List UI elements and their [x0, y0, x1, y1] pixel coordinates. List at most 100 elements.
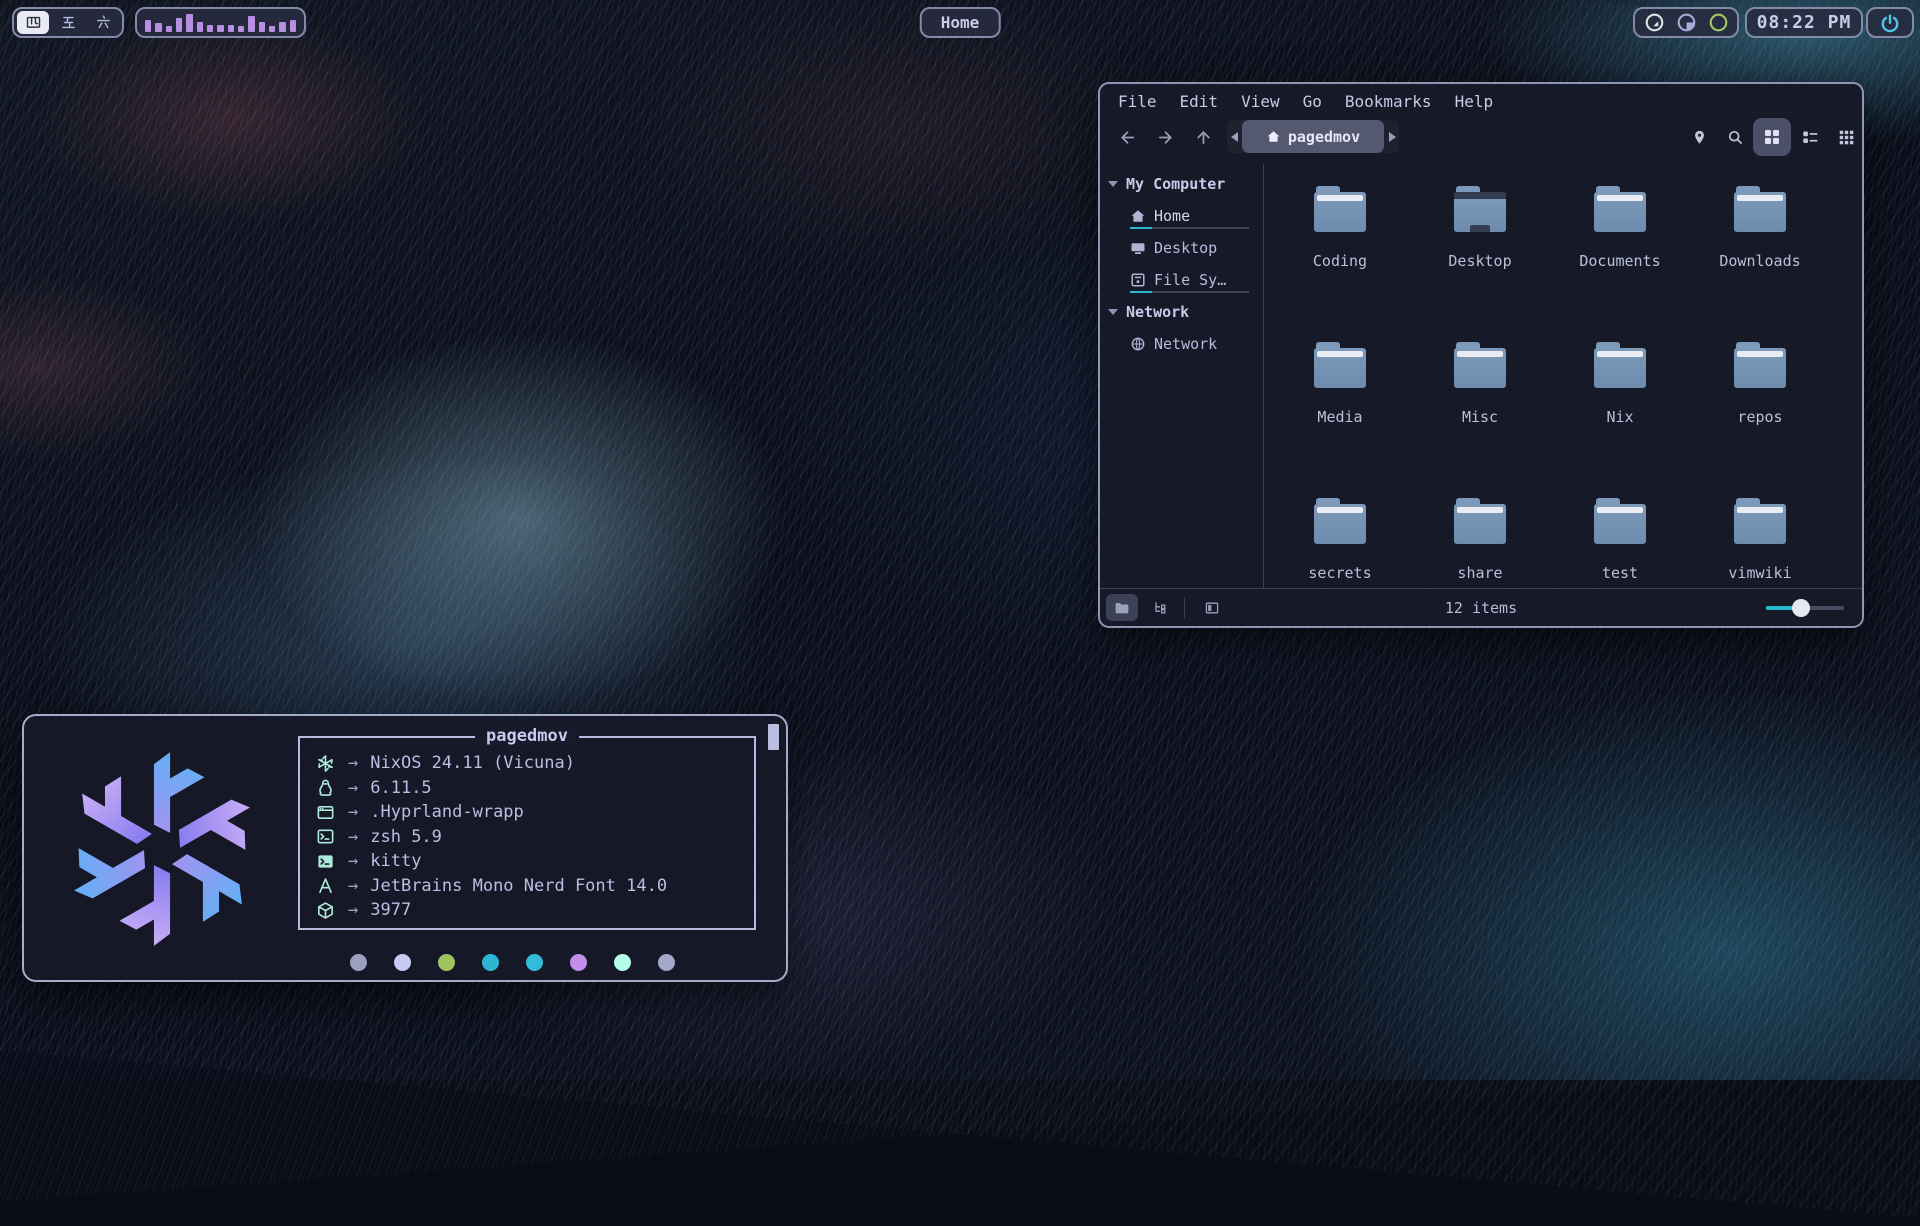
- visualizer-bar: [290, 20, 296, 32]
- arrow-glyph: →: [348, 802, 358, 822]
- fetch-value: 3977: [370, 900, 411, 920]
- folder-misc[interactable]: Misc: [1410, 330, 1550, 486]
- sidebar-item-desktop[interactable]: Desktop: [1100, 232, 1263, 264]
- sidebar-section-my-computer[interactable]: My Computer: [1100, 168, 1263, 200]
- fetch-row: →.Hyprland-wrapp: [316, 800, 738, 825]
- workspace-五[interactable]: [52, 11, 84, 34]
- visualizer-bar: [207, 25, 213, 32]
- sidebar-item-file-sy-[interactable]: File Sy…: [1100, 264, 1263, 296]
- folder-repos[interactable]: repos: [1690, 330, 1830, 486]
- folder-grid: CodingDesktopDocumentsDownloads MediaMisc…: [1264, 164, 1862, 588]
- hostname-title: pagedmov: [475, 726, 579, 746]
- expander-icon[interactable]: [1108, 309, 1118, 315]
- folder-label: Nix: [1606, 408, 1633, 426]
- menu-bookmarks[interactable]: Bookmarks: [1345, 92, 1432, 111]
- folder-media[interactable]: Media: [1270, 330, 1410, 486]
- folder-icon: [1592, 498, 1648, 544]
- wm-icon: [316, 803, 342, 822]
- palette-swatch: [526, 954, 543, 971]
- fetch-value: kitty: [370, 851, 421, 871]
- sidebar-section-label: Network: [1126, 303, 1189, 321]
- folder-desktop[interactable]: Desktop: [1410, 174, 1550, 330]
- shell-icon: [316, 827, 342, 846]
- compact-view-icon: [1838, 129, 1855, 146]
- visualizer-bar: [279, 22, 285, 32]
- desktop-folder-icon: [1452, 186, 1508, 232]
- forward-button[interactable]: [1150, 122, 1180, 152]
- side-pane-icon: [1204, 600, 1220, 616]
- location-button[interactable]: [1686, 124, 1712, 150]
- zoom-slider[interactable]: [1766, 606, 1844, 610]
- network-icon: [1130, 336, 1146, 352]
- kernel-icon: [316, 778, 342, 797]
- visualizer-bar: [155, 23, 161, 32]
- arrow-glyph: →: [348, 851, 358, 871]
- toggle-side-pane-button[interactable]: [1196, 594, 1228, 621]
- status-separator: [1184, 597, 1185, 619]
- audio-visualizer: [135, 7, 306, 38]
- folder-coding[interactable]: Coding: [1270, 174, 1410, 330]
- palette-swatch: [350, 954, 367, 971]
- fetch-value: JetBrains Mono Nerd Font 14.0: [370, 876, 667, 896]
- show-tree-button[interactable]: [1144, 594, 1176, 621]
- sidebar-item-label: Desktop: [1154, 239, 1217, 257]
- visualizer-bar: [166, 26, 172, 32]
- places-folder-icon: [1114, 600, 1130, 616]
- visualizer-bar: [186, 14, 192, 32]
- path-scroll-right-icon[interactable]: [1384, 132, 1399, 142]
- icon-view-button[interactable]: [1753, 118, 1791, 156]
- folder-documents[interactable]: Documents: [1550, 174, 1690, 330]
- up-button[interactable]: [1188, 122, 1218, 152]
- path-bar[interactable]: pagedmov: [1227, 120, 1399, 153]
- dial-empty-icon[interactable]: [1708, 12, 1729, 33]
- nixos-icon: [316, 754, 342, 773]
- home-icon: [1130, 208, 1146, 224]
- folder-icon: [1452, 342, 1508, 388]
- workspace-四[interactable]: [17, 11, 49, 34]
- path-segment-home[interactable]: pagedmov: [1242, 120, 1384, 153]
- folder-icon: [1732, 342, 1788, 388]
- system-tray: [1633, 7, 1739, 38]
- sidebar-section-network[interactable]: Network: [1100, 296, 1263, 328]
- workspace-glyph-icon: [95, 14, 112, 31]
- folder-downloads[interactable]: Downloads: [1690, 174, 1830, 330]
- menu-help[interactable]: Help: [1455, 92, 1494, 111]
- clock[interactable]: 08:22 PM: [1745, 7, 1863, 38]
- palette-swatch: [614, 954, 631, 971]
- packages-icon: [316, 901, 342, 920]
- path-scroll-left-icon[interactable]: [1227, 132, 1242, 142]
- arrow-glyph: →: [348, 900, 358, 920]
- arrow-glyph: →: [348, 753, 358, 773]
- folder-nix[interactable]: Nix: [1550, 330, 1690, 486]
- fetch-value: zsh 5.9: [370, 827, 442, 847]
- menu-edit[interactable]: Edit: [1180, 92, 1219, 111]
- zoom-slider-knob[interactable]: [1792, 599, 1810, 617]
- folder-label: secrets: [1308, 564, 1371, 582]
- folder-icon: [1592, 342, 1648, 388]
- show-places-button[interactable]: [1106, 594, 1138, 621]
- workspace-六[interactable]: [87, 11, 119, 34]
- dial-partial-icon[interactable]: [1644, 12, 1665, 33]
- palette-swatch: [482, 954, 499, 971]
- menu-file[interactable]: File: [1118, 92, 1157, 111]
- fetch-row: →NixOS 24.11 (Vicuna): [316, 751, 738, 776]
- desktop-icon: [1130, 240, 1146, 256]
- list-view-button[interactable]: [1797, 124, 1823, 150]
- visualizer-bar: [217, 25, 223, 32]
- menu-view[interactable]: View: [1241, 92, 1280, 111]
- sidebar-item-network[interactable]: Network: [1100, 328, 1263, 360]
- sidebar-item-home[interactable]: Home: [1100, 200, 1263, 232]
- compact-view-button[interactable]: [1833, 124, 1859, 150]
- places-sidebar: My ComputerHome Desktop File Sy… Network Net…: [1100, 164, 1264, 588]
- file-manager-window: File Edit View Go Bookmarks Help pagedmov: [1098, 82, 1864, 628]
- fastfetch-rows: →NixOS 24.11 (Vicuna)→6.11.5→.Hyprland-w…: [300, 738, 754, 923]
- search-button[interactable]: [1722, 124, 1748, 150]
- menu-go[interactable]: Go: [1303, 92, 1322, 111]
- folder-label: vimwiki: [1728, 564, 1791, 582]
- expander-icon[interactable]: [1108, 181, 1118, 187]
- arrow-glyph: →: [348, 876, 358, 896]
- back-button[interactable]: [1112, 122, 1142, 152]
- power-button[interactable]: [1866, 7, 1914, 38]
- forward-icon: [1156, 128, 1175, 147]
- dial-quarter-icon[interactable]: [1676, 12, 1697, 33]
